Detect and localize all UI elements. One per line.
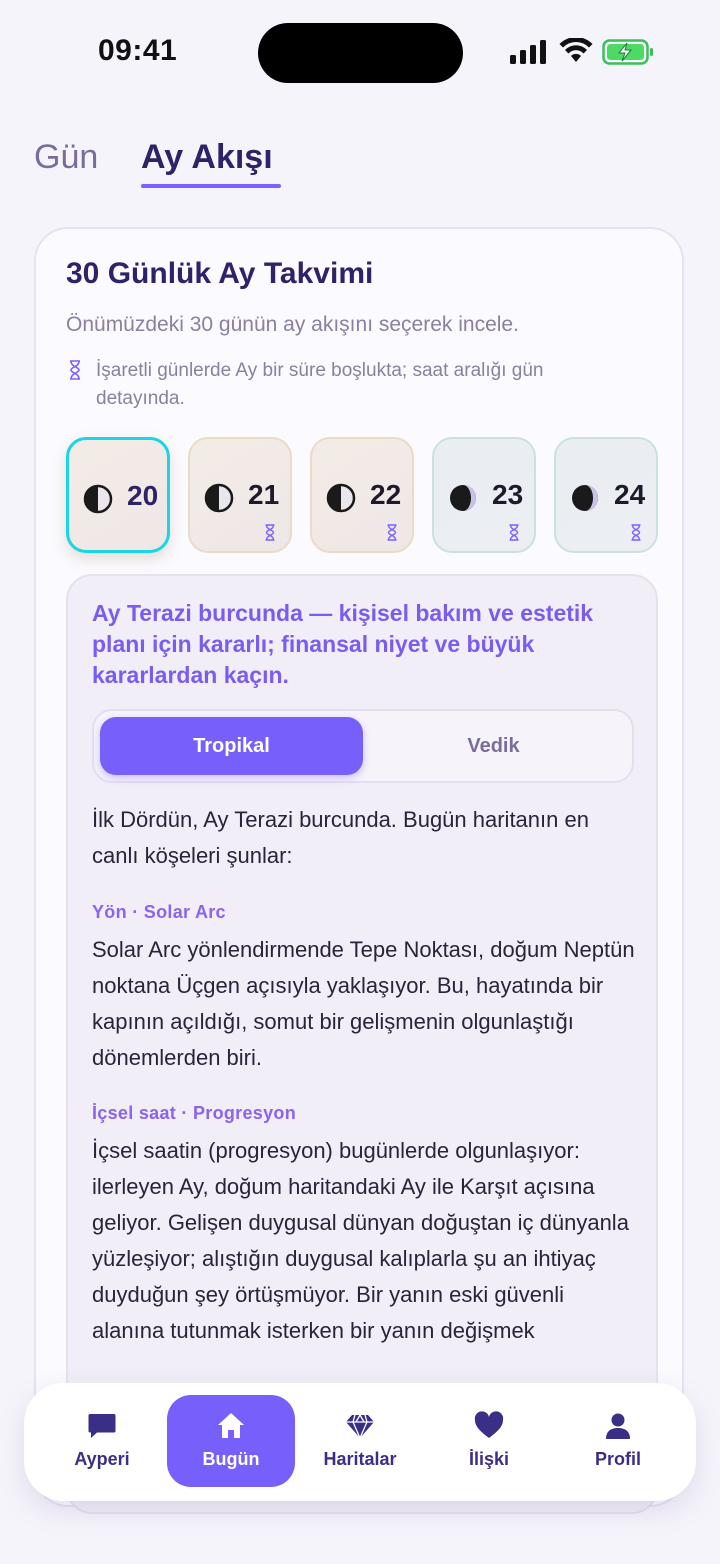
waxing-gibbous-icon <box>450 485 476 511</box>
day-detail-panel: Ay Terazi burcunda — kişisel bakım ve es… <box>66 574 658 1514</box>
tropical-option[interactable]: Tropikal <box>100 717 363 775</box>
nav-label: Bugün <box>202 1449 260 1469</box>
nav-item-ayperi[interactable]: Ayperi <box>38 1395 166 1487</box>
day-chip-24[interactable]: 24 <box>554 437 658 553</box>
dynamic-island <box>258 23 463 83</box>
section-label-progression: İçsel saat · Progresyon <box>92 1103 296 1123</box>
tab-ay-akisi[interactable]: Ay Akışı <box>141 138 273 177</box>
active-tab-indicator <box>141 184 281 188</box>
first-quarter-icon <box>326 483 356 513</box>
day-number: 23 <box>492 479 524 510</box>
status-bar: 09:41 <box>0 0 720 100</box>
nav-label: Haritalar <box>323 1449 397 1469</box>
day-chip-21[interactable]: 21 <box>188 437 292 553</box>
moon-calendar-card: 30 Günlük Ay Takvimi Önümüzdeki 30 günün… <box>34 227 684 1514</box>
person-icon <box>606 1413 630 1439</box>
card-title: 30 Günlük Ay Takvimi <box>66 257 374 290</box>
cellular-signal-icon <box>510 40 546 64</box>
nav-item-iliski[interactable]: İlişki <box>425 1395 553 1487</box>
intro-text: İlk Dördün, Ay Terazi burcunda. Bugün ha… <box>92 807 589 868</box>
hourglass-icon <box>631 524 641 541</box>
first-quarter-icon <box>204 483 234 513</box>
status-time: 09:41 <box>98 34 178 67</box>
vedic-option[interactable]: Vedik <box>362 717 625 775</box>
day-number: 22 <box>370 479 402 510</box>
section-text-solar-arc: Solar Arc yönlendirmende Tepe Noktası, d… <box>92 937 635 1070</box>
tab-gun[interactable]: Gün <box>34 138 98 177</box>
nav-item-bugun[interactable]: Bugün <box>167 1395 295 1487</box>
zodiac-system-toggle: Tropikal Vedik <box>92 709 634 783</box>
heart-icon <box>474 1411 504 1438</box>
section-label-solar-arc: Yön · Solar Arc <box>92 902 226 922</box>
day-chip-23[interactable]: 23 <box>432 437 536 553</box>
nav-item-profil[interactable]: Profil <box>554 1395 682 1487</box>
card-subtitle: Önümüzdeki 30 günün ay akışını seçerek i… <box>66 313 519 336</box>
bottom-navigation: Ayperi Bugün Haritalar İlişki Profil <box>24 1383 696 1501</box>
day-chip-22[interactable]: 22 <box>310 437 414 553</box>
day-selector: 20 21 22 23 24 <box>66 437 658 555</box>
battery-charging-icon <box>602 39 653 65</box>
hourglass-icon <box>265 524 275 541</box>
nav-item-haritalar[interactable]: Haritalar <box>296 1395 424 1487</box>
section-text-progression: İçsel saatin (progresyon) bugünlerde olg… <box>92 1138 629 1343</box>
note-text: İşaretli günlerde Ay bir süre boşlukta; … <box>96 360 544 409</box>
first-quarter-icon <box>83 484 113 514</box>
nav-label: Ayperi <box>74 1449 130 1469</box>
hourglass-icon <box>509 524 519 541</box>
day-number: 21 <box>248 479 280 510</box>
wifi-icon <box>559 38 593 62</box>
day-number: 24 <box>614 479 646 510</box>
day-chip-20[interactable]: 20 <box>66 437 170 553</box>
home-icon <box>218 1413 244 1438</box>
hourglass-icon <box>70 360 80 380</box>
day-number: 20 <box>127 480 159 511</box>
chat-bubble-icon <box>88 1414 116 1438</box>
nav-label: Profil <box>594 1449 641 1469</box>
hourglass-icon <box>387 524 397 541</box>
diamond-icon <box>346 1414 374 1440</box>
waxing-gibbous-icon <box>572 485 598 511</box>
nav-label: İlişki <box>468 1449 510 1469</box>
day-headline: Ay Terazi burcunda — kişisel bakım ve es… <box>92 600 594 688</box>
